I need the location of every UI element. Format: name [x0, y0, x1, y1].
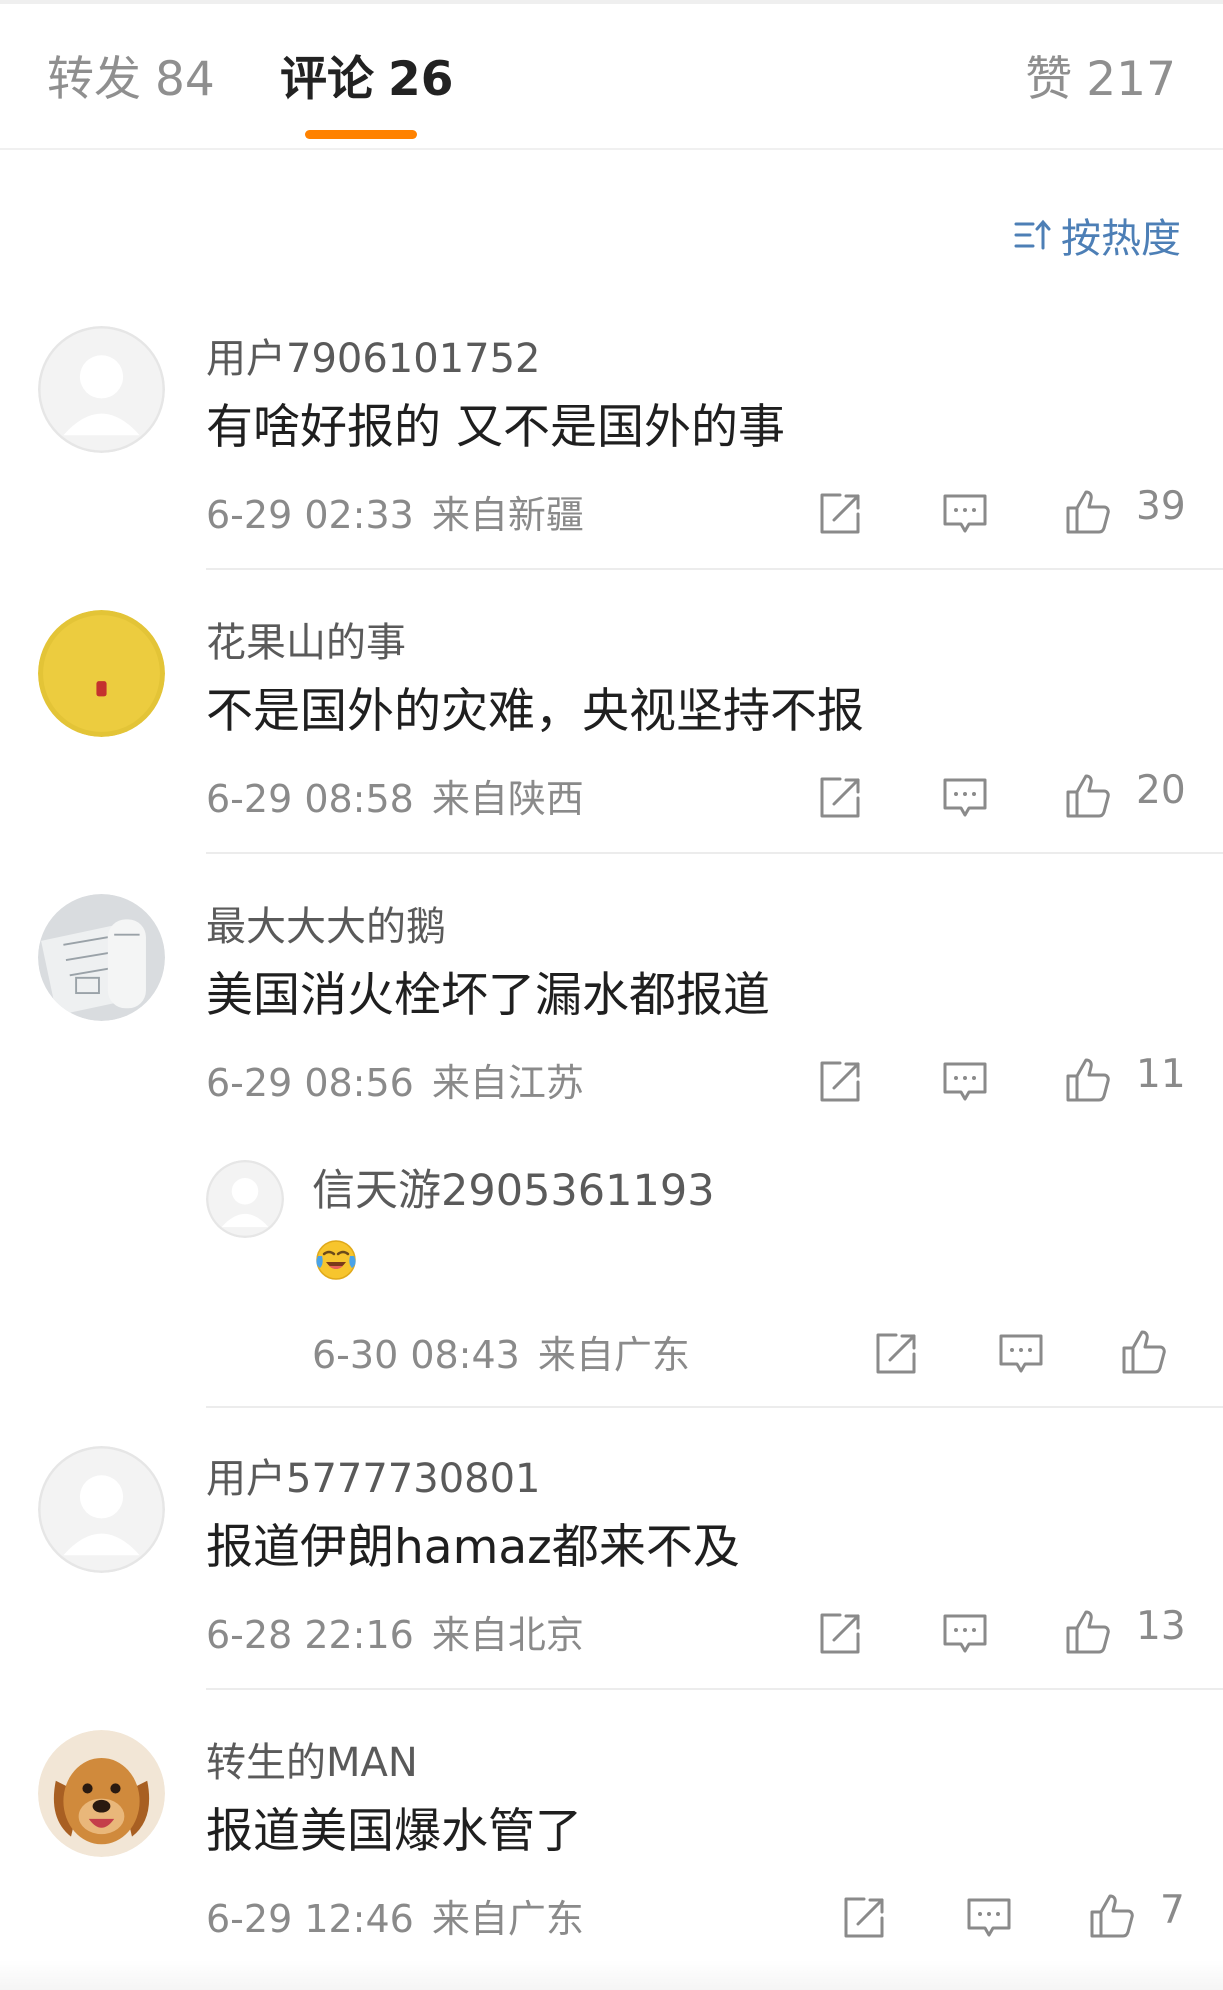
tab-comments[interactable]: 评论 26	[280, 50, 453, 110]
dog-avatar[interactable]	[38, 1730, 165, 1857]
thumbs-up-icon	[1066, 774, 1110, 818]
comment-divider	[206, 1688, 1223, 1690]
comment-location: 来自江苏	[431, 1061, 584, 1105]
share-icon	[820, 1061, 860, 1102]
comment-icon	[943, 494, 987, 533]
tab-comments-count: 26	[388, 52, 454, 107]
comment-time: 6-29 02:33	[206, 493, 414, 537]
share-button[interactable]	[816, 1058, 864, 1106]
active-tab-indicator	[305, 130, 417, 139]
comment-meta: 6-29 12:46 来自广东	[206, 1888, 584, 1943]
comment-meta: 6-29 08:56 来自江苏	[206, 1052, 584, 1107]
reply-button[interactable]	[941, 490, 989, 538]
comment-username[interactable]: 转生的MAN	[206, 1730, 418, 1788]
comment-meta: 6-29 02:33 来自新疆	[206, 484, 584, 539]
share-icon	[820, 1613, 860, 1654]
like-button[interactable]	[1064, 488, 1112, 536]
yellow-seal-avatar[interactable]	[38, 610, 165, 737]
like-button[interactable]	[1088, 1892, 1136, 1940]
comment-username[interactable]: 用户5777730801	[206, 1446, 541, 1504]
sort-icon	[1014, 219, 1051, 250]
comment-location: 来自新疆	[431, 493, 584, 537]
share-button[interactable]	[816, 1610, 864, 1658]
like-count: 7	[1160, 1888, 1185, 1933]
comment-location: 来自广东	[431, 1897, 584, 1941]
like-count: 39	[1136, 484, 1186, 529]
comment-location: 来自陕西	[431, 777, 584, 821]
thumbs-up-icon	[1066, 1610, 1110, 1654]
comment-text: 不是国外的灾难，央视坚持不报	[206, 684, 864, 739]
comment-time: 6-29 08:58	[206, 777, 414, 821]
comment-meta: 6-29 08:58 来自陕西	[206, 768, 584, 823]
tab-repost[interactable]: 转发 84	[47, 50, 215, 110]
comment-time: 6-29 08:56	[206, 1061, 414, 1105]
comment-text: 美国消火栓坏了漏水都报道	[206, 968, 770, 1023]
reply-button[interactable]	[941, 774, 989, 822]
tab-comments-label: 评论	[280, 52, 374, 107]
share-button[interactable]	[816, 490, 864, 538]
comment-icon	[943, 1062, 987, 1101]
comment-icon	[999, 1334, 1043, 1373]
comment-username[interactable]: 花果山的事	[206, 610, 406, 668]
comment-location: 来自北京	[431, 1613, 584, 1657]
reply-time: 6-30 08:43	[312, 1333, 520, 1377]
thumbs-up-icon	[1066, 1058, 1110, 1102]
tab-likes-count: 217	[1086, 52, 1176, 107]
sort-label: 按热度	[1061, 216, 1181, 262]
comment-text: 有啥好报的 又不是国外的事	[206, 400, 785, 455]
reply-button[interactable]	[941, 1610, 989, 1658]
comment-icon	[943, 778, 987, 817]
comment-divider	[206, 568, 1223, 570]
comment-divider	[206, 1406, 1223, 1408]
reply-button[interactable]	[965, 1894, 1013, 1942]
share-icon	[844, 1897, 884, 1938]
comment-meta: 6-28 22:16 来自北京	[206, 1604, 584, 1659]
blueprint-avatar[interactable]	[38, 894, 165, 1021]
default-avatar[interactable]	[38, 326, 165, 453]
thumbs-up-icon	[1122, 1330, 1166, 1374]
tab-bar: 转发 84 评论 26 赞 217	[0, 4, 1223, 150]
comment-icon	[943, 1614, 987, 1653]
share-icon	[820, 777, 860, 818]
reply-username[interactable]: 信天游2905361193	[312, 1156, 715, 1218]
like-button[interactable]	[1064, 1608, 1112, 1656]
comment-icon	[967, 1898, 1011, 1937]
reply-like-button[interactable]	[1120, 1328, 1168, 1376]
bottom-fade	[0, 1960, 1223, 1990]
reply-location: 来自广东	[537, 1333, 690, 1377]
reply-share-button[interactable]	[872, 1330, 920, 1378]
comment-text: 报道伊朗hamaz都来不及	[206, 1520, 740, 1575]
reply-button[interactable]	[941, 1058, 989, 1106]
like-button[interactable]	[1064, 1056, 1112, 1104]
comment-time: 6-28 22:16	[206, 1613, 414, 1657]
tab-likes[interactable]: 赞 217	[1025, 50, 1176, 110]
thumbs-up-icon	[1090, 1894, 1134, 1938]
tab-repost-label: 转发	[47, 52, 141, 107]
share-button[interactable]	[840, 1894, 888, 1942]
like-count: 11	[1136, 1052, 1186, 1097]
default-avatar[interactable]	[38, 1446, 165, 1573]
like-button[interactable]	[1064, 772, 1112, 820]
sort-by-hot-button[interactable]: 按热度	[1013, 208, 1181, 262]
comment-username[interactable]: 最大大大的鹅	[206, 894, 446, 952]
comment-text: 报道美国爆水管了	[206, 1804, 582, 1859]
like-count: 13	[1136, 1604, 1186, 1649]
tab-repost-count: 84	[155, 52, 215, 107]
reply-reply-button[interactable]	[997, 1330, 1045, 1378]
laugh-cry-emoji	[312, 1234, 360, 1282]
share-icon	[820, 493, 860, 534]
reply-meta: 6-30 08:43 来自广东	[312, 1324, 690, 1379]
comment-username[interactable]: 用户7906101752	[206, 326, 541, 384]
tab-likes-label: 赞	[1025, 52, 1073, 107]
like-count: 20	[1136, 768, 1186, 813]
share-icon	[876, 1333, 916, 1374]
comment-divider	[206, 852, 1223, 854]
share-button[interactable]	[816, 774, 864, 822]
reply-avatar[interactable]	[206, 1160, 284, 1238]
thumbs-up-icon	[1066, 490, 1110, 534]
comment-time: 6-29 12:46	[206, 1897, 414, 1941]
